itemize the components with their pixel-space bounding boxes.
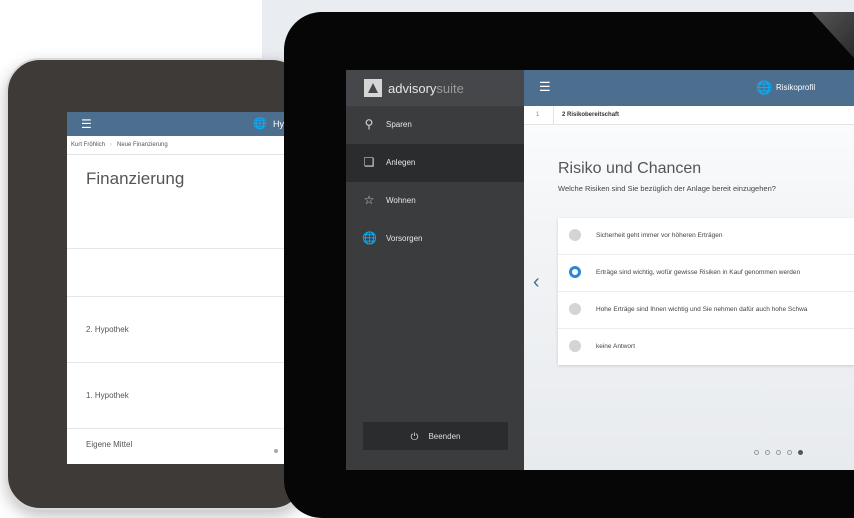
front-tablet-screen: advisorysuite ⚲ Sparen ❏ Anlegen ☆ Wohne… [346,70,854,470]
breadcrumb-item[interactable]: Neue Finanzierung [117,142,168,148]
breadcrumb: Kurt Fröhlich › Neue Finanzierung [67,136,306,155]
globe-icon: 🌐 [756,80,773,95]
hamburger-icon[interactable]: ☰ [539,80,551,93]
radio-button-selected[interactable] [569,266,581,278]
brand-name: advisorysuite [388,81,464,96]
breadcrumb-item[interactable]: Kurt Fröhlich [71,142,105,148]
back-tablet-screen: ☰ 🌐 Hy Kurt Fröhlich › Neue Finanzierung F… [67,112,306,464]
hamburger-icon[interactable]: ☰ [81,118,92,130]
logo-mark-icon [364,79,382,97]
power-icon: ⏻ [410,431,419,443]
main-content: ☰ 🌐 Risikoprofil 1 2 Risikobereitschaft … [524,70,854,470]
back-header-label: Hy [273,119,284,129]
answer-option[interactable]: keine Antwort [558,329,854,365]
sidebar-item-sparen[interactable]: ⚲ Sparen [346,106,524,144]
back-header-bar: ☰ 🌐 Hy [67,112,306,136]
logo: advisorysuite [346,70,524,106]
sidebar-item-wohnen[interactable]: ☆ Wohnen [346,182,524,220]
sidebar: advisorysuite ⚲ Sparen ❏ Anlegen ☆ Wohne… [346,70,524,470]
radio-button[interactable] [569,303,581,315]
answer-option[interactable]: Sicherheit geht immer vor höheren Erträg… [558,218,854,255]
pager [754,450,803,455]
documents-icon: ❏ [363,155,375,169]
pager-dot[interactable] [776,450,781,455]
pager-dot[interactable] [787,450,792,455]
quit-button[interactable]: ⏻ Beenden [363,422,508,450]
step-indicator: 1 2 Risikobereitschaft [524,106,854,125]
list-item[interactable]: 2. Hypothek [67,296,306,362]
list-item[interactable]: 1. Hypothek [67,362,306,428]
pager-dot[interactable] [765,450,770,455]
chevron-right-icon: › [110,142,113,148]
radio-button[interactable] [569,229,581,241]
globe-icon: 🌐 [362,231,377,245]
sidebar-item-vorsorgen[interactable]: 🌐 Vorsorgen [346,220,524,258]
question-subtitle: Welche Risiken sind Sie bezüglich der An… [558,184,776,193]
pager-dot-active[interactable] [798,450,803,455]
header-title: Risikoprofil [776,83,816,92]
header-bar: ☰ 🌐 Risikoprofil [524,70,854,106]
answer-option-selected[interactable]: Erträge sind wichtig, wofür gewisse Risi… [558,255,854,292]
step-1[interactable]: 1 [536,112,539,118]
step-current: 2 Risikobereitschaft [562,112,620,118]
list-item[interactable] [67,248,306,296]
answer-option[interactable]: Hohe Erträge sind Ihnen wichtig und Sie … [558,292,854,329]
search-icon: ⚲ [364,117,374,131]
page-title: Finanzierung [86,169,185,188]
star-icon: ☆ [363,193,375,207]
radio-button[interactable] [569,340,581,352]
list-item[interactable]: Eigene Mittel [67,428,306,464]
pager-dot[interactable] [274,449,278,453]
step-divider [553,106,554,124]
question-title: Risiko und Chancen [558,160,702,177]
chevron-left-icon[interactable]: ‹ [533,272,540,292]
pager-dot[interactable] [754,450,759,455]
globe-icon: 🌐 [253,118,267,130]
sidebar-item-anlegen[interactable]: ❏ Anlegen [346,144,524,182]
answer-options: Sicherheit geht immer vor höheren Erträg… [558,218,854,365]
